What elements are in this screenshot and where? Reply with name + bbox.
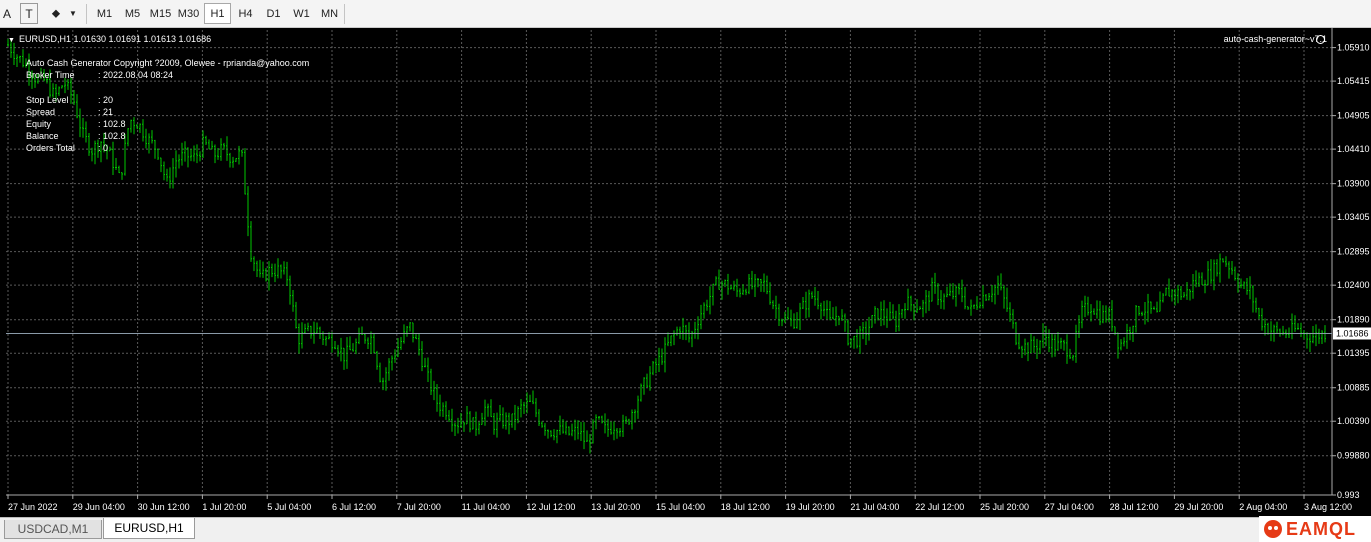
stop-level-label: Stop Level bbox=[26, 95, 69, 105]
x-tick-label: 27 Jul 04:00 bbox=[1045, 502, 1094, 512]
broker-time-label: Broker Time bbox=[26, 70, 75, 80]
x-tick-label: 29 Jun 04:00 bbox=[73, 502, 125, 512]
x-tick-label: 30 Jun 12:00 bbox=[138, 502, 190, 512]
y-tick-label: 1.00885 bbox=[1337, 383, 1370, 393]
timeframe-m1-button[interactable]: M1 bbox=[91, 3, 118, 24]
stop-level-value: : 20 bbox=[98, 95, 114, 105]
balance-label: Balance bbox=[26, 131, 59, 141]
y-tick-label: 1.01395 bbox=[1337, 348, 1370, 358]
y-tick-label: 1.01890 bbox=[1337, 315, 1370, 325]
smiley-icon bbox=[1316, 35, 1325, 44]
tab-usdcad-m1[interactable]: USDCAD,M1 bbox=[4, 520, 102, 539]
timeframe-w1-button[interactable]: W1 bbox=[288, 3, 315, 24]
x-tick-label: 15 Jul 04:00 bbox=[656, 502, 705, 512]
orders-total-label: Orders Total bbox=[26, 143, 75, 153]
y-tick-label: 1.05910 bbox=[1337, 43, 1370, 53]
x-tick-label: 13 Jul 20:00 bbox=[591, 502, 640, 512]
eamql-logo: EAMQL bbox=[1259, 516, 1371, 542]
timeframe-h1-button[interactable]: H1 bbox=[204, 3, 231, 24]
timeframe-h4-button[interactable]: H4 bbox=[232, 3, 259, 24]
timeframe-mn-button[interactable]: MN bbox=[316, 3, 343, 24]
x-tick-label: 27 Jun 2022 bbox=[8, 502, 58, 512]
x-tick-label: 28 Jul 12:00 bbox=[1110, 502, 1159, 512]
ea-copyright: Auto Cash Generator Copyright ?2009, Ole… bbox=[26, 58, 310, 68]
x-tick-label: 18 Jul 12:00 bbox=[721, 502, 770, 512]
y-tick-label: 1.03900 bbox=[1337, 179, 1370, 189]
x-tick-label: 25 Jul 20:00 bbox=[980, 502, 1029, 512]
orders-total-value: : 0 bbox=[98, 143, 109, 153]
y-tick-label: 1.05415 bbox=[1337, 76, 1370, 86]
chevron-down-icon: ▼ bbox=[8, 37, 15, 44]
x-tick-label: 5 Jul 04:00 bbox=[267, 502, 311, 512]
x-tick-label: 1 Jul 20:00 bbox=[202, 502, 246, 512]
tab-eurusd-h1[interactable]: EURUSD,H1 bbox=[103, 518, 195, 539]
toolbar-divider bbox=[344, 4, 345, 24]
logo-text: EAMQL bbox=[1286, 518, 1356, 539]
toolbar-divider bbox=[86, 4, 87, 24]
objects-icon[interactable]: ⬥ bbox=[48, 3, 64, 24]
equity-label: Equity bbox=[26, 119, 52, 129]
text-icon[interactable]: A bbox=[0, 3, 14, 24]
x-tick-label: 21 Jul 04:00 bbox=[850, 502, 899, 512]
x-tick-label: 11 Jul 04:00 bbox=[462, 502, 510, 512]
chart-toolbar: A T ⬥ ▼ M1 M5 M15 M30 H1 H4 D1 W1 MN bbox=[0, 0, 1371, 28]
spread-value: : 21 bbox=[98, 107, 114, 117]
x-tick-label: 22 Jul 12:00 bbox=[915, 502, 964, 512]
robot-icon bbox=[1264, 520, 1282, 538]
y-tick-label: 1.04905 bbox=[1337, 111, 1370, 121]
price-chart[interactable]: 1.05910 1.05415 1.04905 1.04410 1.03900 1.034… bbox=[0, 28, 1371, 517]
x-tick-label: 29 Jul 20:00 bbox=[1174, 502, 1223, 512]
timeframe-m15-button[interactable]: M15 bbox=[147, 3, 174, 24]
timeframe-d1-button[interactable]: D1 bbox=[260, 3, 287, 24]
y-tick-label: 1.04410 bbox=[1337, 144, 1370, 154]
y-tick-label: 1.00390 bbox=[1337, 416, 1370, 426]
symbol-header: ▼ EURUSD,H1 1.01630 1.01691 1.01613 1.016… bbox=[8, 34, 211, 46]
x-tick-label: 3 Aug 12:00 bbox=[1304, 502, 1352, 512]
y-tick-label: 1.02895 bbox=[1337, 247, 1370, 257]
y-tick-label: 0.993 bbox=[1337, 490, 1360, 500]
current-price-label: 1.01686 bbox=[1336, 329, 1369, 339]
chart-tabs: USDCAD,M1 EURUSD,H1 bbox=[0, 517, 1371, 542]
chevron-down-icon[interactable]: ▼ bbox=[66, 3, 80, 24]
x-tick-label: 2 Aug 04:00 bbox=[1239, 502, 1287, 512]
y-tick-label: 1.03405 bbox=[1337, 212, 1370, 222]
y-tick-label: 1.02400 bbox=[1337, 280, 1370, 290]
x-tick-label: 6 Jul 12:00 bbox=[332, 502, 376, 512]
text-label-icon[interactable]: T bbox=[20, 3, 38, 24]
spread-label: Spread bbox=[26, 107, 56, 117]
x-tick-label: 19 Jul 20:00 bbox=[786, 502, 835, 512]
expert-advisor-name: auto-cash-generator~v7.1 bbox=[1223, 34, 1327, 44]
symbol-ohlc-text: EURUSD,H1 1.01630 1.01691 1.01613 1.0168… bbox=[18, 34, 212, 44]
broker-time-value: : 2022.08.04 08:24 bbox=[98, 70, 174, 80]
timeframe-m5-button[interactable]: M5 bbox=[119, 3, 146, 24]
timeframe-m30-button[interactable]: M30 bbox=[175, 3, 202, 24]
balance-value: : 102.8 bbox=[98, 131, 126, 141]
equity-value: : 102.8 bbox=[98, 119, 126, 129]
y-tick-label: 0.99880 bbox=[1337, 451, 1370, 461]
x-tick-label: 12 Jul 12:00 bbox=[526, 502, 575, 512]
chart-canvas[interactable]: 1.05910 1.05415 1.04905 1.04410 1.03900 1.034… bbox=[0, 28, 1371, 517]
x-tick-label: 7 Jul 20:00 bbox=[397, 502, 441, 512]
